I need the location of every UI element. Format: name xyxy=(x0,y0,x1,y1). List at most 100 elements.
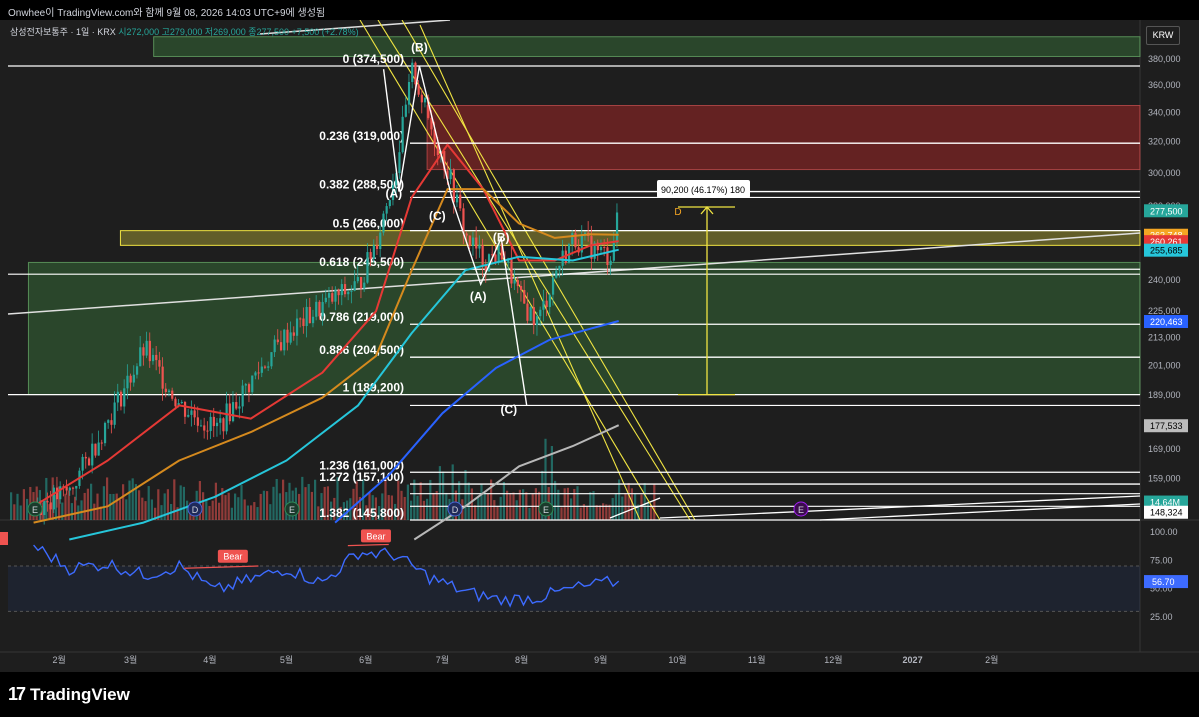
volume-bar xyxy=(160,505,163,520)
volume-bar xyxy=(528,507,531,520)
candle-body xyxy=(209,416,212,432)
volume-bar xyxy=(141,497,144,520)
chart-canvas[interactable]: 0 (374,500)0.236 (319,000)0.382 (288,500… xyxy=(0,19,1199,672)
rsi-tick-0: 100.00 xyxy=(1150,527,1178,537)
chart-panel[interactable]: 0 (374,500) 0.236 (319,000) 0.382 (288,500… xyxy=(0,19,1199,672)
price-badge-label-0: 277,500 xyxy=(1150,206,1183,216)
event-marker-label-5: E xyxy=(798,505,804,515)
candle-body xyxy=(68,487,71,491)
volume-bar xyxy=(230,507,233,520)
price-tick-9: 201,000 xyxy=(1148,360,1181,370)
volume-bar xyxy=(579,507,582,520)
volume-bar xyxy=(502,481,505,520)
volume-bar xyxy=(554,480,557,520)
volume-bar xyxy=(144,501,147,520)
currency-button[interactable]: KRW xyxy=(1146,26,1180,45)
bear-divergence-line-1 xyxy=(347,543,389,547)
candle-body xyxy=(129,375,132,383)
volume-bar xyxy=(480,483,483,520)
volume-bar xyxy=(259,493,262,520)
volume-bar xyxy=(227,492,230,520)
price-tick-3: 320,000 xyxy=(1148,137,1181,147)
candle-body xyxy=(404,104,407,117)
candle-body xyxy=(609,260,612,266)
candle-body xyxy=(481,245,484,265)
candle-body xyxy=(151,354,155,362)
candle-body xyxy=(212,416,215,427)
candle-body xyxy=(372,245,375,259)
volume-bar xyxy=(234,493,237,520)
candle-body xyxy=(516,280,519,287)
time-tick-7: 9월 xyxy=(594,654,607,665)
event-marker-label-3: D xyxy=(452,505,459,515)
candle-body xyxy=(334,289,337,302)
volume-bar xyxy=(205,499,208,520)
candle-body xyxy=(158,360,161,367)
volume-bar xyxy=(243,499,246,520)
candle-body xyxy=(145,340,148,356)
volume-bar xyxy=(173,479,176,520)
volume-bar xyxy=(208,505,211,520)
rsi-value-label: 56.70 xyxy=(1152,577,1175,587)
volume-bar xyxy=(486,493,489,520)
zone-yellow-2 xyxy=(119,230,1141,246)
candle-body xyxy=(347,291,350,295)
candle-body xyxy=(139,347,142,367)
fib-label-1.382: 1.382 (145,800) xyxy=(319,506,404,520)
candle-body xyxy=(235,402,238,409)
volume-bar xyxy=(128,480,131,520)
candle-body xyxy=(119,391,123,407)
candle-body xyxy=(478,245,481,249)
candle-body xyxy=(251,375,254,393)
candle-body xyxy=(257,372,260,374)
candle-body xyxy=(222,418,225,432)
time-tick-3: 5월 xyxy=(280,654,293,665)
candle-body xyxy=(164,388,167,392)
candle-body xyxy=(385,206,388,214)
volume-bar xyxy=(563,488,566,520)
candle-body xyxy=(116,391,119,403)
volume-bar xyxy=(112,493,115,520)
time-tick-12: 2월 xyxy=(985,654,998,665)
candle-body xyxy=(196,417,199,426)
volume-bar xyxy=(426,498,429,520)
volume-bar xyxy=(301,476,304,520)
volume-bar xyxy=(576,486,579,520)
candle-body xyxy=(337,289,340,296)
event-marker-label-0: E xyxy=(32,505,38,515)
candle-body xyxy=(81,456,84,471)
candle-body xyxy=(324,297,327,303)
candle-body xyxy=(180,401,183,404)
volume-bar xyxy=(109,493,112,520)
price-tick-4: 300,000 xyxy=(1148,168,1181,178)
wave-label-0: (B) xyxy=(411,40,428,54)
candle-body xyxy=(135,366,139,375)
volume-bar xyxy=(102,486,105,520)
candle-body xyxy=(167,390,171,392)
volume-bar xyxy=(653,483,656,520)
event-marker-label-2: E xyxy=(289,505,295,515)
volume-bar xyxy=(595,505,598,520)
candle-body xyxy=(571,233,574,245)
time-tick-0: 2월 xyxy=(52,654,65,665)
tradingview-logo[interactable]: 17 TradingView xyxy=(8,684,130,705)
volume-bar xyxy=(442,471,445,520)
volume-bar xyxy=(224,495,227,520)
rsi-band xyxy=(8,566,1140,612)
volume-bar xyxy=(125,499,128,520)
candle-body xyxy=(84,456,87,459)
candle-body xyxy=(350,290,353,292)
candle-body xyxy=(414,62,417,85)
volume-bar xyxy=(592,491,595,520)
volume-bar xyxy=(570,498,573,520)
wave-label-5: (C) xyxy=(501,402,518,416)
volume-bar xyxy=(499,496,502,520)
candle-body xyxy=(279,342,283,351)
price-tick-2: 340,000 xyxy=(1148,108,1181,118)
candle-body xyxy=(449,169,452,180)
candle-body xyxy=(523,290,526,304)
volume-bar xyxy=(202,492,205,520)
volume-bar xyxy=(566,487,569,520)
price-tick-7: 225,000 xyxy=(1148,306,1181,316)
candle-body xyxy=(231,402,235,422)
